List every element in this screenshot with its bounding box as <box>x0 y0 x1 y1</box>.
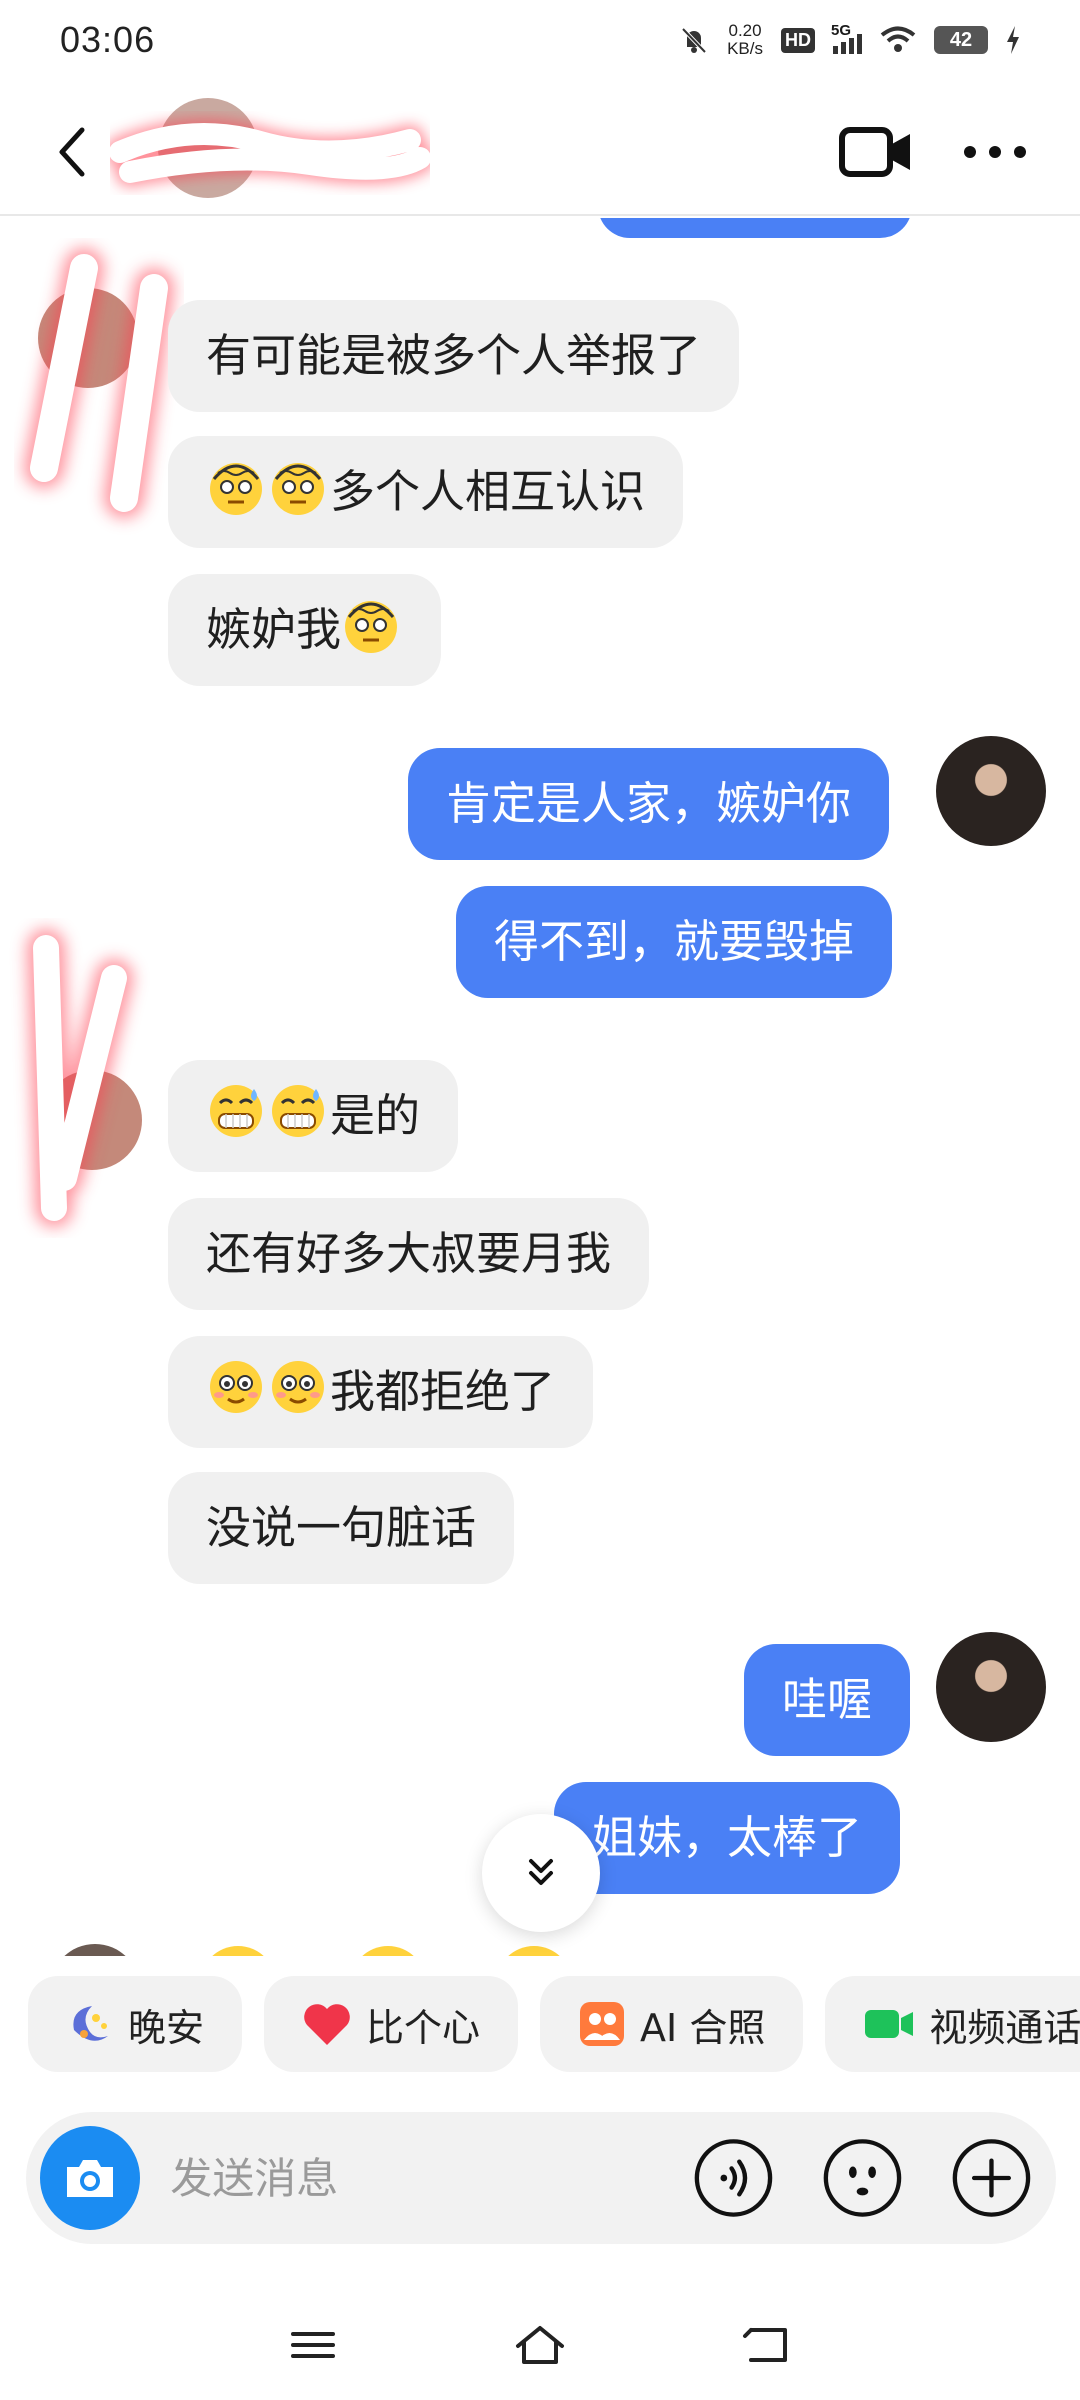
hd-badge: HD <box>781 27 815 53</box>
quick-action-heart[interactable]: 比个心 <box>264 1976 519 2072</box>
back-nav-icon[interactable] <box>737 2320 797 2370</box>
message-bubble-outgoing[interactable]: 哇喔 <box>744 1644 911 1756</box>
redaction-scribble <box>110 119 430 187</box>
message-bubble-partial[interactable] <box>598 218 912 238</box>
network-speed: 0.20 KB/s <box>727 21 763 58</box>
message-bubble-incoming[interactable]: 嫉妒我 <box>168 574 442 686</box>
message-input-bar <box>26 2112 1056 2244</box>
message-input[interactable] <box>170 2153 694 2203</box>
video-call-icon <box>865 2010 914 2038</box>
message-bubble-incoming[interactable]: 有可能是被多个人举报了 <box>168 300 740 412</box>
message-bubble-incoming[interactable]: 多个人相互认识 <box>168 436 684 548</box>
grimace-sweat-emoji-icon <box>210 1085 262 1137</box>
redaction-scribble <box>27 929 133 1227</box>
more-dots-icon[interactable] <box>960 140 1030 164</box>
message-bubble-incoming[interactable]: 还有好多大叔要月我 <box>168 1198 650 1310</box>
quick-action-good-night[interactable]: 晚安 <box>28 1976 243 2072</box>
grimace-sweat-emoji-icon <box>272 1085 324 1137</box>
message-bubble-incoming[interactable]: 我都拒绝了 <box>168 1336 594 1448</box>
my-avatar[interactable] <box>936 1632 1046 1742</box>
battery-icon: 42 <box>934 26 988 54</box>
camera-icon <box>67 2160 114 2197</box>
quick-action-video-call[interactable]: 视频通话 <box>825 1976 1080 2072</box>
camera-button[interactable] <box>40 2126 141 2230</box>
chat-header <box>0 80 1080 216</box>
quick-action-row[interactable]: 晚安 比个心 AI 合照 视频通话 <box>0 1976 1080 2080</box>
message-bubble-outgoing[interactable]: 得不到，就要毁掉 <box>456 886 893 998</box>
scroll-to-bottom-button[interactable] <box>482 1814 600 1932</box>
message-bubble-outgoing[interactable]: 肯定是人家，嫉妒你 <box>408 748 890 860</box>
flushed-smile-emoji-icon <box>272 1361 324 1413</box>
moon-night-icon <box>73 2006 108 2041</box>
flushed-smile-emoji-icon <box>210 1361 262 1413</box>
heart-icon <box>304 2004 350 2045</box>
double-chevron-down-icon <box>529 1859 553 1885</box>
ai-photo-icon <box>580 2002 625 2046</box>
dizzy-face-emoji-icon <box>210 463 262 515</box>
home-icon[interactable] <box>510 2320 570 2370</box>
quick-action-ai-photo[interactable]: AI 合照 <box>540 1976 804 2072</box>
message-bubble-incoming[interactable]: 没说一句脏话 <box>168 1472 515 1584</box>
back-arrow-icon[interactable] <box>48 122 98 182</box>
status-bar: 03:06 0.20 KB/s HD 5G 42 <box>0 0 1080 80</box>
system-nav-bar <box>0 2290 1080 2400</box>
mute-bell-icon <box>681 27 707 54</box>
message-bubble-incoming[interactable]: 是的 <box>168 1060 459 1172</box>
charging-icon <box>1007 26 1019 54</box>
emoji-partial-icon <box>496 1946 572 1956</box>
message-bubble-outgoing[interactable]: 姐妹，太棒了 <box>554 1782 901 1894</box>
chat-messages[interactable]: 有可能是被多个人举报了 多个人相互认识 嫉妒我 肯定是人家，嫉妒你 得不到，就要… <box>0 218 1080 1956</box>
contact-avatar <box>50 1944 140 1956</box>
emoji-partial-icon <box>200 1946 276 1956</box>
status-time: 03:06 <box>60 19 156 60</box>
video-camera-icon[interactable] <box>838 120 914 184</box>
my-avatar[interactable] <box>936 736 1046 846</box>
wifi-icon <box>880 26 916 52</box>
signal-icon: 5G <box>831 22 862 54</box>
voice-message-icon[interactable] <box>693 2136 774 2220</box>
emoji-partial-icon <box>350 1946 426 1956</box>
emoji-picker-icon[interactable] <box>822 2136 903 2220</box>
redaction-scribble <box>24 248 174 518</box>
dizzy-face-emoji-icon <box>345 601 398 653</box>
dizzy-face-emoji-icon <box>272 463 324 515</box>
status-icons: 0.20 KB/s HD 5G 42 <box>679 22 1020 58</box>
menu-icon[interactable] <box>283 2320 343 2370</box>
add-plus-icon[interactable] <box>951 2136 1032 2220</box>
